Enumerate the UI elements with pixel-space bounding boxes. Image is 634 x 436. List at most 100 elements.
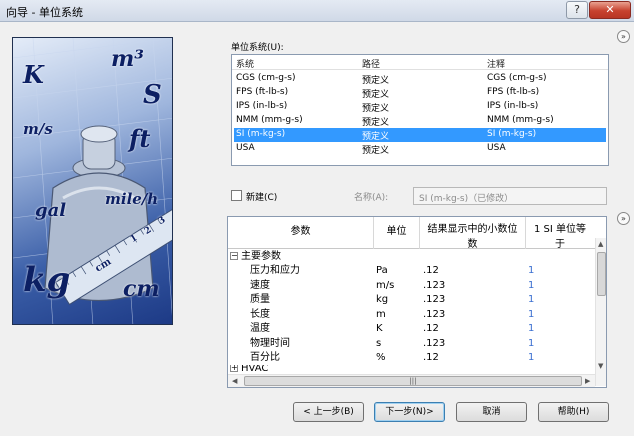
row-path: 预定义 (362, 132, 390, 142)
param-unit[interactable]: kg (376, 293, 388, 308)
back-button[interactable]: < 上一步(B) (293, 402, 364, 422)
cancel-button[interactable]: 取消 (456, 402, 527, 422)
header-decimals[interactable]: 结果显示中的小数位 数 (420, 217, 526, 250)
parameter-row[interactable]: 物理时间 s .123 1 (228, 337, 594, 352)
window-title: 向导 - 单位系统 (6, 6, 83, 19)
parameter-row[interactable]: 温度 K .12 1 (228, 322, 594, 337)
group-row-hvac[interactable]: + HVAC (228, 365, 594, 374)
unit-system-list[interactable]: 系统 路径 注释 CGS (cm-g-s) 预定义 CGS (cm-g-s) F… (231, 54, 609, 166)
unit-label-m3: m³ (111, 46, 144, 72)
param-si: 1 (528, 294, 535, 305)
param-si: 1 (528, 265, 535, 276)
param-name: 速度 (250, 279, 270, 291)
param-name: 物理时间 (250, 337, 290, 349)
row-path: 预定义 (362, 118, 390, 128)
param-decimals[interactable]: .123 (423, 337, 445, 352)
unit-system-row[interactable]: IPS (in-lb-s) 预定义 IPS (in-lb-s) (234, 100, 606, 114)
header-si-line1: 1 SI 单位等 (533, 224, 587, 235)
unit-system-row[interactable]: NMM (mm-g-s) 预定义 NMM (mm-g-s) (234, 114, 606, 128)
header-unit[interactable]: 单位 (374, 217, 420, 249)
row-note: CGS (cm-g-s) (487, 73, 547, 83)
horizontal-scrollbar[interactable]: ◀ ||| ▶ (228, 374, 595, 387)
column-note[interactable]: 注释 (487, 57, 505, 70)
param-decimals[interactable]: .12 (423, 351, 439, 366)
param-decimals[interactable]: .123 (423, 279, 445, 294)
horizontal-scroll-thumb[interactable]: ||| (244, 376, 582, 386)
help-title-button[interactable]: ? (566, 1, 588, 19)
name-field[interactable]: SI (m-kg-s)（已修改） (413, 187, 607, 205)
unit-system-row-selected[interactable]: SI (m-kg-s) 预定义 SI (m-kg-s) (234, 128, 606, 142)
unit-system-label: 单位系统(U): (231, 43, 284, 53)
name-field-label: 名称(A): (354, 193, 389, 203)
unit-system-row[interactable]: CGS (cm-g-s) 预定义 CGS (cm-g-s) (234, 72, 606, 86)
parameter-row[interactable]: 速度 m/s .123 1 (228, 279, 594, 294)
param-name: 长度 (250, 308, 270, 320)
param-unit[interactable]: % (376, 351, 386, 366)
column-path[interactable]: 路径 (362, 57, 380, 70)
param-unit[interactable]: Pa (376, 264, 388, 279)
unit-label-cm: cm (123, 276, 160, 302)
unit-system-row[interactable]: FPS (ft-lb-s) 预定义 FPS (ft-lb-s) (234, 86, 606, 100)
parameters-grid[interactable]: 参数 单位 结果显示中的小数位 数 1 SI 单位等 于 − 主要参数 压力和应力… (227, 216, 607, 388)
header-unit-text: 单位 (386, 226, 407, 237)
collapse-top-icon[interactable]: » (617, 30, 630, 43)
wizard-window: 向导 - 单位系统 ? ✕ K m³ S m/s ft gal mile/h k… (0, 0, 634, 436)
column-system[interactable]: 系统 (236, 57, 254, 70)
param-name: 百分比 (250, 352, 280, 363)
parameter-row[interactable]: 质量 kg .123 1 (228, 293, 594, 308)
vertical-scrollbar[interactable]: ▲ ▼ (595, 238, 606, 386)
header-decimals-line1: 结果显示中的小数位 (427, 224, 518, 235)
param-si: 1 (528, 323, 535, 334)
group-label: + HVAC (230, 365, 268, 374)
unit-label-kg: kg (23, 260, 71, 300)
header-si-line2: 于 (555, 239, 565, 250)
param-decimals[interactable]: .12 (423, 322, 439, 337)
unit-system-row[interactable]: USA 预定义 USA (234, 142, 606, 156)
unit-system-list-header: 系统 路径 注释 (232, 55, 608, 70)
new-checkbox-label: 新建(C) (246, 193, 278, 203)
param-si: 1 (528, 308, 535, 320)
param-unit[interactable]: m/s (376, 279, 394, 294)
param-decimals[interactable]: .123 (423, 308, 445, 323)
collapse-bottom-icon[interactable]: » (617, 212, 630, 225)
expand-icon[interactable]: + (230, 365, 238, 372)
close-button[interactable]: ✕ (589, 1, 631, 19)
collapse-icon[interactable]: − (230, 252, 238, 260)
param-decimals[interactable]: .123 (423, 293, 445, 308)
scroll-up-icon[interactable]: ▲ (598, 240, 603, 248)
help-button[interactable]: 帮助(H) (538, 402, 609, 422)
unit-label-k: K (23, 60, 44, 89)
header-param[interactable]: 参数 (228, 217, 374, 249)
vertical-scroll-thumb[interactable] (597, 252, 606, 296)
group-hvac-text: HVAC (241, 365, 269, 374)
scroll-right-icon[interactable]: ▶ (585, 377, 590, 385)
row-system: SI (m-kg-s) (236, 129, 286, 139)
param-unit[interactable]: K (376, 322, 383, 337)
group-label: − 主要参数 (230, 250, 281, 265)
new-checkbox[interactable] (231, 190, 242, 201)
parameter-row[interactable]: 长度 m .123 1 (228, 308, 594, 323)
row-note: SI (m-kg-s) (487, 129, 537, 139)
parameter-row[interactable]: 压力和应力 Pa .12 1 (228, 264, 594, 279)
param-unit[interactable]: s (376, 337, 381, 352)
units-illustration: K m³ S m/s ft gal mile/h kg cm 1 2 3 cm (12, 37, 173, 325)
scroll-left-icon[interactable]: ◀ (232, 377, 237, 385)
row-path: 预定义 (362, 146, 390, 156)
param-decimals[interactable]: .12 (423, 264, 439, 279)
row-system: NMM (mm-g-s) (236, 115, 303, 125)
group-main-text: 主要参数 (241, 251, 281, 262)
param-unit[interactable]: m (376, 308, 386, 323)
row-system: CGS (cm-g-s) (236, 73, 296, 83)
row-note: IPS (in-lb-s) (487, 101, 539, 111)
row-path: 预定义 (362, 90, 390, 100)
unit-label-mileh: mile/h (105, 190, 159, 208)
scroll-down-icon[interactable]: ▼ (598, 362, 603, 370)
unit-label-s: S (143, 80, 162, 110)
next-button[interactable]: 下一步(N)> (374, 402, 445, 422)
param-si: 1 (528, 337, 535, 349)
parameter-row[interactable]: 百分比 % .12 1 (228, 351, 594, 366)
unit-label-gal: gal (35, 200, 67, 221)
group-row-main[interactable]: − 主要参数 (228, 250, 594, 265)
header-si[interactable]: 1 SI 单位等 于 (526, 217, 594, 250)
row-note: FPS (ft-lb-s) (487, 87, 540, 97)
